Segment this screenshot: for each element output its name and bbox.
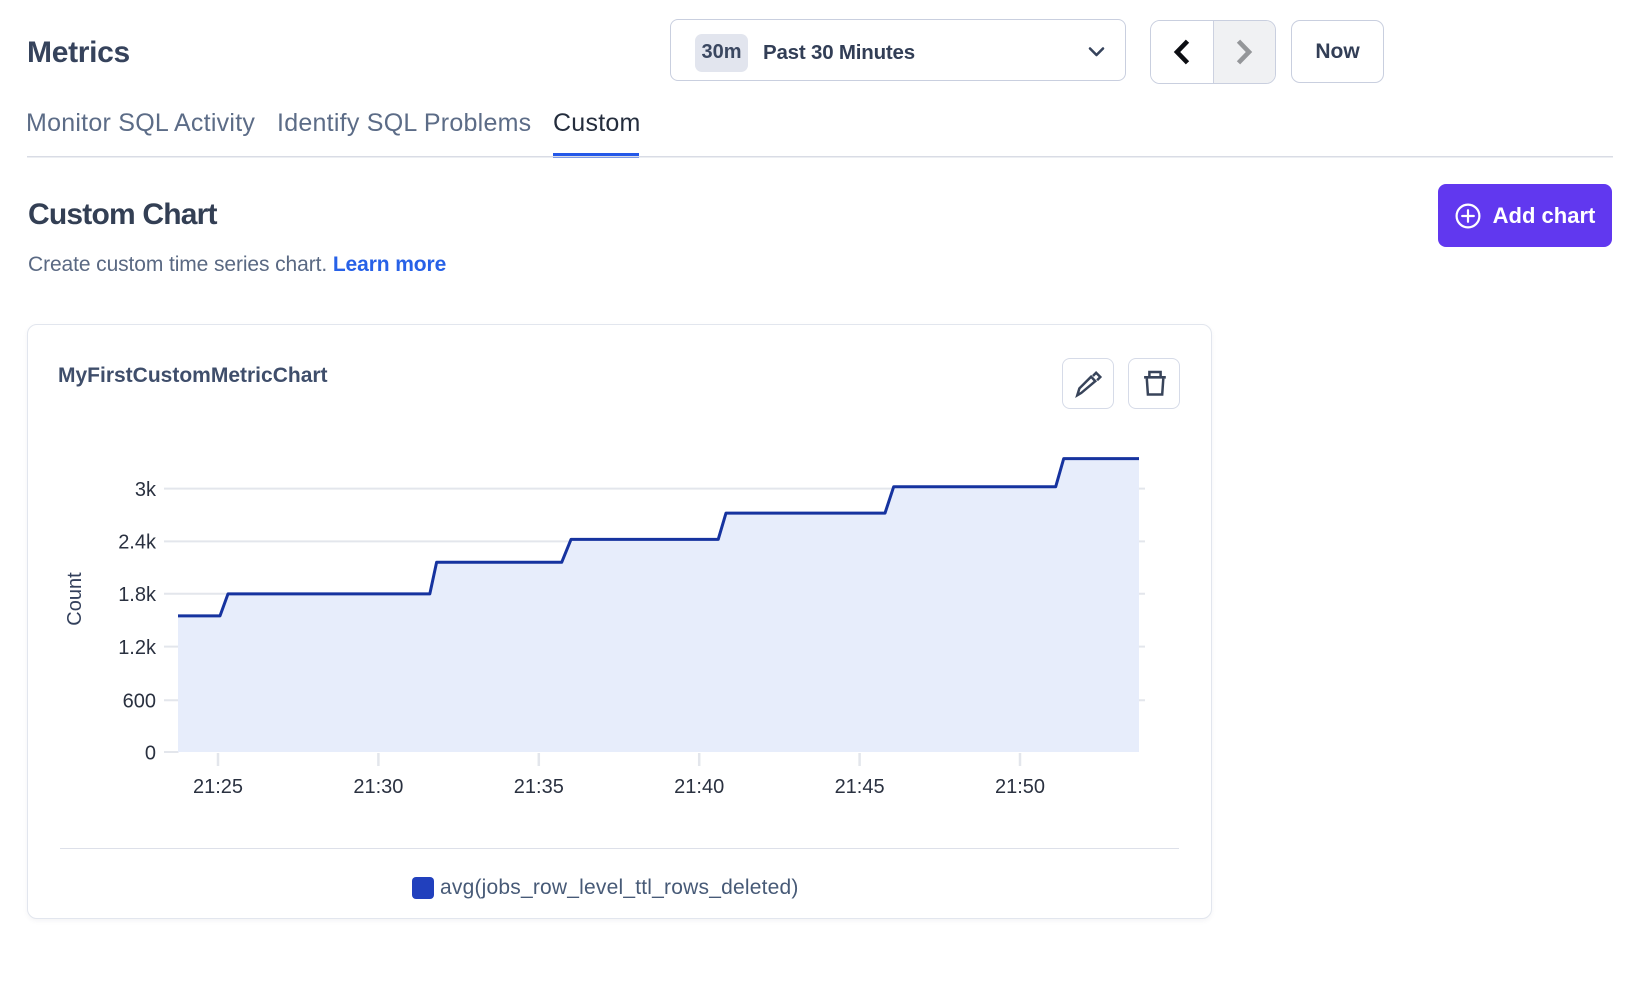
svg-text:Count: Count bbox=[64, 572, 86, 626]
svg-text:2.4k: 2.4k bbox=[118, 532, 157, 554]
svg-text:21:45: 21:45 bbox=[835, 776, 885, 798]
svg-text:21:50: 21:50 bbox=[995, 776, 1045, 798]
svg-text:1.2k: 1.2k bbox=[118, 637, 157, 659]
svg-text:21:35: 21:35 bbox=[514, 776, 564, 798]
svg-text:21:40: 21:40 bbox=[674, 776, 724, 798]
svg-text:21:30: 21:30 bbox=[353, 776, 403, 798]
svg-text:3k: 3k bbox=[135, 479, 157, 501]
svg-text:21:25: 21:25 bbox=[193, 776, 243, 798]
svg-text:1.8k: 1.8k bbox=[118, 584, 157, 606]
svg-text:0: 0 bbox=[145, 742, 156, 764]
svg-text:600: 600 bbox=[123, 691, 156, 713]
